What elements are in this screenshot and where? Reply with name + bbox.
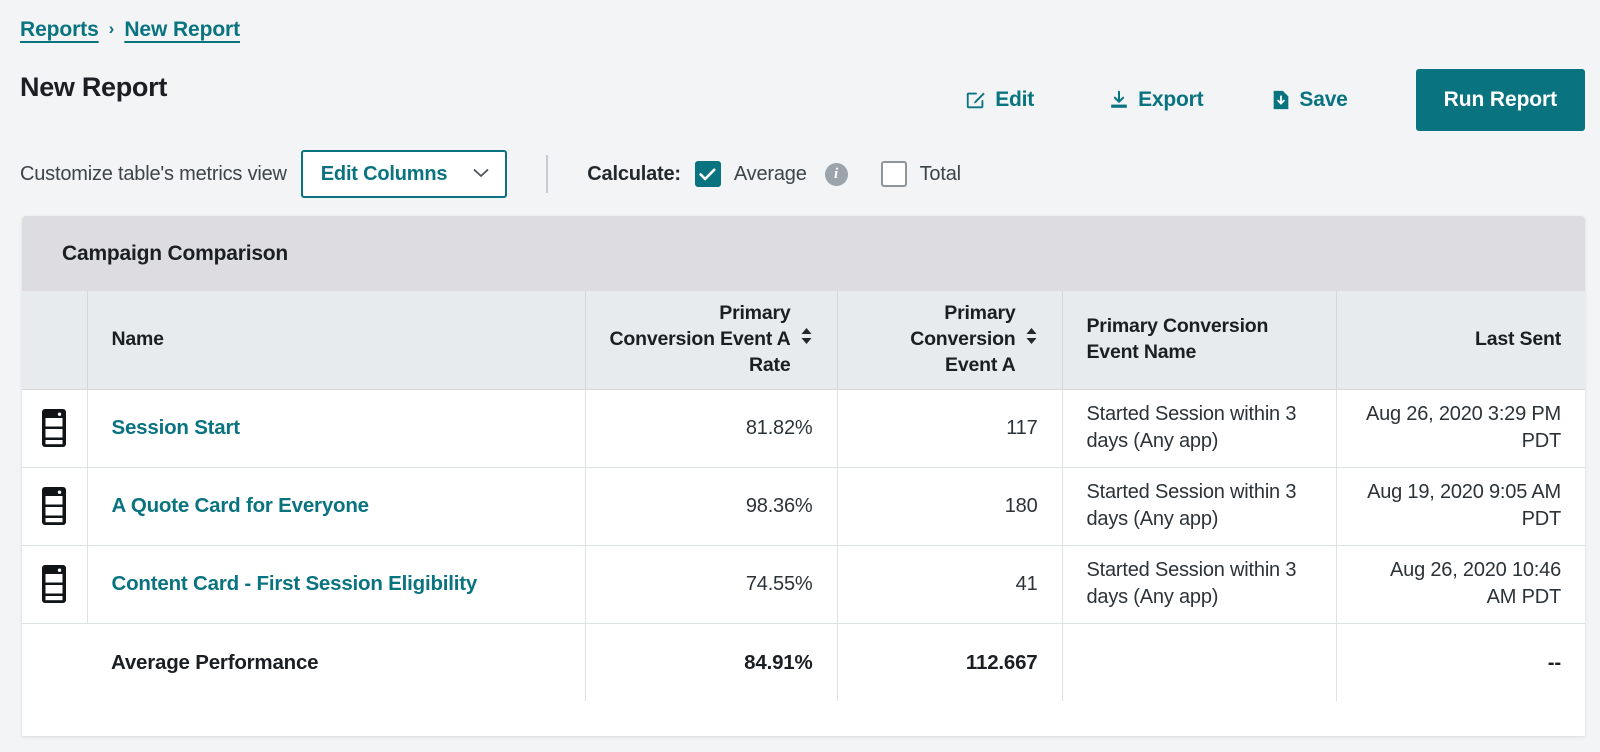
last-sent-cell: Aug 19, 2020 9:05 AM PDT — [1336, 467, 1585, 546]
customize-metrics-label: Customize table's metrics view — [20, 162, 287, 185]
controls-divider — [546, 155, 549, 193]
export-button[interactable]: Export — [1108, 88, 1204, 112]
column-header-name: Name — [87, 291, 586, 390]
campaign-name-link[interactable]: Session Start — [112, 416, 241, 439]
campaign-name-link[interactable]: Content Card - First Session Eligibility — [112, 572, 478, 595]
campaign-name-cell[interactable]: Session Start — [87, 389, 586, 468]
column-header-count[interactable]: Primary Conversion Event A — [837, 291, 1063, 390]
conversion-event-name-cell: Started Session within 3 days (Any app) — [1062, 467, 1337, 546]
save-button[interactable]: Save — [1271, 88, 1348, 112]
breadcrumb: Reports › New Report — [20, 18, 240, 42]
save-button-label: Save — [1299, 88, 1348, 111]
column-header-last-sent: Last Sent — [1336, 291, 1585, 390]
column-header-last-sent-label: Last Sent — [1475, 327, 1561, 350]
table-controls: Customize table's metrics view Edit Colu… — [0, 146, 961, 202]
checkbox-total[interactable]: Total — [880, 161, 961, 187]
column-header-count-label: Primary Conversion Event A — [910, 302, 1016, 376]
run-report-button[interactable]: Run Report — [1415, 69, 1585, 131]
sort-toggle-icon[interactable] — [800, 326, 813, 354]
edit-columns-dropdown[interactable]: Edit Columns — [300, 150, 508, 198]
edit-button-label: Edit — [995, 88, 1035, 111]
content-card-icon — [22, 485, 87, 527]
header-actions: Edit Export Save Run Report — [965, 62, 1600, 138]
sort-toggle-icon[interactable] — [1025, 326, 1038, 354]
conversion-event-name-cell: Started Session within 3 days (Any app) — [1062, 545, 1337, 624]
conversion-rate-cell: 81.82% — [585, 389, 838, 468]
summary-last-sent-cell: -- — [1336, 623, 1585, 701]
content-card-icon — [22, 563, 87, 605]
summary-count-cell: 112.667 — [837, 623, 1063, 701]
column-header-event-name: Primary Conversion Event Name — [1062, 291, 1337, 390]
breadcrumb-separator-icon: › — [108, 19, 115, 38]
edit-button[interactable]: Edit — [965, 88, 1034, 112]
breadcrumb-item-reports[interactable]: Reports — [20, 18, 99, 42]
summary-row: Average Performance 84.91% 112.667 -- — [22, 623, 1585, 701]
row-type-icon-cell — [22, 389, 88, 468]
column-header-rate-label: Primary Conversion Event A Rate — [609, 302, 791, 376]
column-header-name-label: Name — [111, 327, 165, 350]
table-head: Name Primary Conversion Event A Rate Pri… — [22, 291, 1585, 390]
column-header-icon — [22, 291, 88, 390]
save-file-icon — [1271, 89, 1291, 111]
card-title: Campaign Comparison — [62, 241, 289, 265]
campaign-name-cell[interactable]: Content Card - First Session Eligibility — [87, 545, 586, 624]
campaign-comparison-card: Campaign Comparison Name Primary Convers… — [22, 216, 1585, 736]
table-header-row: Name Primary Conversion Event A Rate Pri… — [22, 291, 1585, 390]
column-header-event-name-label: Primary Conversion Event Name — [1086, 315, 1269, 363]
content-card-icon — [22, 407, 87, 449]
row-type-icon-cell — [22, 467, 88, 546]
checkbox-total-box[interactable] — [880, 161, 907, 187]
conversion-count-cell: 180 — [837, 467, 1063, 546]
page-header: New Report Edit Export Save Run Report — [0, 62, 1600, 138]
card-header: Campaign Comparison — [22, 216, 1585, 291]
conversion-count-cell: 117 — [837, 389, 1063, 468]
edit-pencil-icon — [965, 89, 987, 111]
summary-rate-cell: 84.91% — [585, 623, 838, 701]
checkbox-average-label: Average — [733, 162, 807, 185]
edit-columns-label: Edit Columns — [320, 162, 448, 185]
campaign-name-cell[interactable]: A Quote Card for Everyone — [87, 467, 586, 546]
column-header-rate[interactable]: Primary Conversion Event A Rate — [585, 291, 838, 390]
export-button-label: Export — [1138, 88, 1204, 111]
chevron-down-icon — [473, 165, 489, 183]
summary-label-cell: Average Performance — [87, 623, 586, 701]
table-body: Session Start 81.82% 117 Started Session… — [22, 389, 1585, 624]
table-row[interactable]: A Quote Card for Everyone 98.36% 180 Sta… — [22, 467, 1585, 546]
calculate-label: Calculate: — [587, 162, 681, 185]
checkbox-average-box[interactable] — [694, 161, 721, 187]
table-row[interactable]: Session Start 81.82% 117 Started Session… — [22, 389, 1585, 468]
conversion-rate-cell: 98.36% — [585, 467, 838, 546]
table-footer: Average Performance 84.91% 112.667 -- — [22, 623, 1585, 701]
conversion-event-name-cell: Started Session within 3 days (Any app) — [1062, 389, 1337, 468]
checkbox-total-label: Total — [919, 162, 961, 185]
campaign-comparison-table: Name Primary Conversion Event A Rate Pri… — [22, 291, 1585, 701]
conversion-count-cell: 41 — [837, 545, 1063, 624]
campaign-name-link[interactable]: A Quote Card for Everyone — [112, 494, 370, 517]
info-circle-icon[interactable]: i — [824, 162, 848, 186]
breadcrumb-item-new-report[interactable]: New Report — [124, 18, 240, 42]
checkbox-average[interactable]: Average — [694, 161, 807, 187]
summary-icon-cell — [22, 623, 87, 701]
summary-event-cell — [1062, 623, 1337, 701]
row-type-icon-cell — [22, 545, 88, 624]
report-page: Reports › New Report New Report Edit Exp… — [0, 0, 1600, 752]
page-title: New Report — [20, 72, 168, 102]
download-icon — [1108, 89, 1130, 111]
conversion-rate-cell: 74.55% — [585, 545, 838, 624]
table-row[interactable]: Content Card - First Session Eligibility… — [22, 545, 1585, 624]
last-sent-cell: Aug 26, 2020 3:29 PM PDT — [1336, 389, 1585, 468]
last-sent-cell: Aug 26, 2020 10:46 AM PDT — [1336, 545, 1585, 624]
